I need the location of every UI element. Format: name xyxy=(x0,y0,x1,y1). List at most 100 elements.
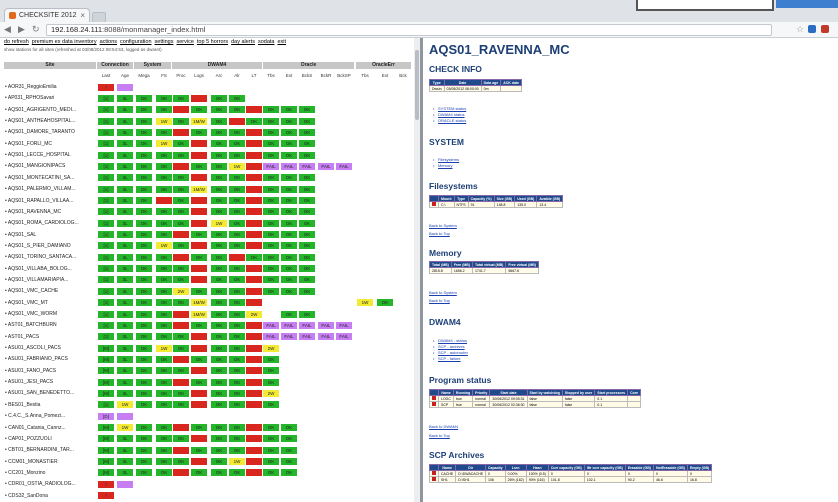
status-cell[interactable]: OK xyxy=(136,140,152,148)
status-cell[interactable]: OK xyxy=(211,333,227,341)
status-cell[interactable]: OK xyxy=(263,435,279,443)
status-cell[interactable]: OK xyxy=(229,389,245,397)
status-cell[interactable]: OK xyxy=(211,310,227,318)
status-cell[interactable]: OK xyxy=(173,299,189,307)
status-cell[interactable]: [1] xyxy=(98,162,114,170)
link-filesystems[interactable]: Filesystems xyxy=(433,157,459,162)
status-cell[interactable]: FAIL xyxy=(281,321,297,329)
status-cell[interactable]: OK xyxy=(281,174,297,182)
status-cell[interactable]: OK xyxy=(191,424,207,431)
status-cell[interactable]: 3L xyxy=(117,299,133,307)
status-cell[interactable]: OK xyxy=(229,287,245,295)
status-cell[interactable]: OK xyxy=(156,310,172,318)
close-tab-icon[interactable]: × xyxy=(80,11,85,20)
status-cell[interactable]: [1] xyxy=(98,106,114,114)
status-cell[interactable] xyxy=(246,299,262,307)
status-cell[interactable]: [1] xyxy=(98,208,114,216)
status-cell[interactable]: [1] xyxy=(98,299,114,307)
status-cell[interactable]: OK xyxy=(299,242,315,250)
status-cell[interactable]: OK xyxy=(281,185,297,193)
status-cell[interactable] xyxy=(246,162,262,170)
status-cell[interactable]: OK xyxy=(211,424,227,431)
site-name[interactable]: • ASU01_SAN_BENEDETTO... xyxy=(5,389,74,397)
status-cell[interactable]: OK xyxy=(156,94,172,102)
status-cell[interactable] xyxy=(191,389,207,397)
status-cell[interactable]: OK xyxy=(229,333,245,341)
status-cell[interactable]: 2W xyxy=(246,310,262,318)
menu-link[interactable]: top 5 horrors xyxy=(197,39,228,45)
site-name[interactable]: • AQS01_VILLAMARIAPIA... xyxy=(5,276,68,284)
status-cell[interactable]: [M] xyxy=(98,344,114,352)
status-cell[interactable]: FAIL xyxy=(336,162,352,170)
status-cell[interactable]: [1] xyxy=(98,333,114,341)
status-cell[interactable]: 3L xyxy=(117,287,133,295)
site-name[interactable]: • AQS01_ROMA_CARDIOLOG... xyxy=(5,219,79,227)
link-scp-archives[interactable]: SCP - archives xyxy=(433,344,465,349)
status-cell[interactable]: OK xyxy=(211,151,227,159)
status-cell[interactable]: [1] xyxy=(98,128,114,136)
status-cell[interactable]: OK xyxy=(156,469,172,477)
status-cell[interactable]: 3L xyxy=(117,355,133,363)
status-cell[interactable]: OK xyxy=(299,253,315,261)
status-cell[interactable]: OK xyxy=(211,174,227,182)
status-cell[interactable]: OK xyxy=(211,197,227,204)
status-cell[interactable]: 3L xyxy=(117,162,133,170)
status-cell[interactable]: OK xyxy=(156,185,172,193)
status-cell[interactable]: OK xyxy=(281,106,297,114)
status-cell[interactable]: FAIL xyxy=(299,162,315,170)
site-name[interactable]: • AQS01_TORINO_SANTACA... xyxy=(5,253,76,261)
status-cell[interactable]: OK xyxy=(156,162,172,170)
status-cell[interactable] xyxy=(246,265,262,273)
status-cell[interactable]: [1] xyxy=(98,310,114,318)
status-cell[interactable]: OK xyxy=(191,287,207,295)
status-cell[interactable]: FAIL xyxy=(263,333,279,341)
status-cell[interactable]: OK xyxy=(156,128,172,136)
link-memory[interactable]: Memory xyxy=(433,163,453,168)
status-cell[interactable]: OK xyxy=(263,128,279,136)
status-cell[interactable]: OK xyxy=(229,276,245,284)
status-cell[interactable]: OK xyxy=(136,94,152,102)
status-cell[interactable] xyxy=(156,197,172,204)
status-cell[interactable]: OK xyxy=(136,355,152,363)
status-cell[interactable]: OK xyxy=(263,117,279,125)
link-back-to-system[interactable]: Back to System xyxy=(429,223,457,228)
status-cell[interactable] xyxy=(246,378,262,386)
status-cell[interactable]: OK xyxy=(191,128,207,136)
status-cell[interactable]: OK xyxy=(173,208,189,216)
status-cell[interactable]: OK xyxy=(173,401,189,409)
site-name[interactable]: • AQS01_DAMORE_TARANTO xyxy=(5,128,75,136)
status-cell[interactable]: [1] xyxy=(98,265,114,273)
status-cell[interactable]: OK xyxy=(263,242,279,250)
status-cell[interactable] xyxy=(173,321,189,329)
status-cell[interactable]: OK xyxy=(263,174,279,182)
status-cell[interactable]: OK xyxy=(229,265,245,273)
status-cell[interactable]: OK xyxy=(136,151,152,159)
status-cell[interactable]: OK xyxy=(263,265,279,273)
status-cell[interactable]: FAIL xyxy=(263,321,279,329)
status-cell[interactable]: OK xyxy=(173,389,189,397)
status-cell[interactable] xyxy=(173,446,189,454)
status-cell[interactable]: OK xyxy=(211,435,227,443)
site-name[interactable]: • CCM01_MONASTIER xyxy=(5,458,58,466)
status-cell[interactable]: OK xyxy=(211,321,227,329)
menu-link[interactable]: actions xyxy=(100,39,117,45)
status-cell[interactable]: OK xyxy=(229,299,245,307)
reload-icon[interactable]: ↻ xyxy=(32,24,40,35)
status-cell[interactable]: OK xyxy=(229,344,245,352)
site-name[interactable]: • AP031_RPHOSavari xyxy=(5,94,54,102)
status-cell[interactable]: OK xyxy=(229,367,245,375)
status-cell[interactable]: 3L xyxy=(117,197,133,204)
status-cell[interactable]: OK xyxy=(136,469,152,477)
status-cell[interactable]: FAIL xyxy=(318,333,334,341)
status-cell[interactable]: OK xyxy=(211,128,227,136)
status-cell[interactable]: OK xyxy=(211,106,227,114)
status-cell[interactable]: [M] xyxy=(98,378,114,386)
link-dwam4-status[interactable]: DWAM4 status xyxy=(433,112,464,117)
status-cell[interactable]: [1] xyxy=(98,253,114,261)
status-cell[interactable]: 3L xyxy=(117,231,133,239)
status-cell[interactable]: OK xyxy=(263,253,279,261)
status-cell[interactable]: OK xyxy=(191,231,207,239)
url-input[interactable]: 192.168.24.111:8088/monmanager_index.htm… xyxy=(46,24,772,36)
status-cell[interactable]: OK xyxy=(211,378,227,386)
status-cell[interactable]: OK xyxy=(211,344,227,352)
